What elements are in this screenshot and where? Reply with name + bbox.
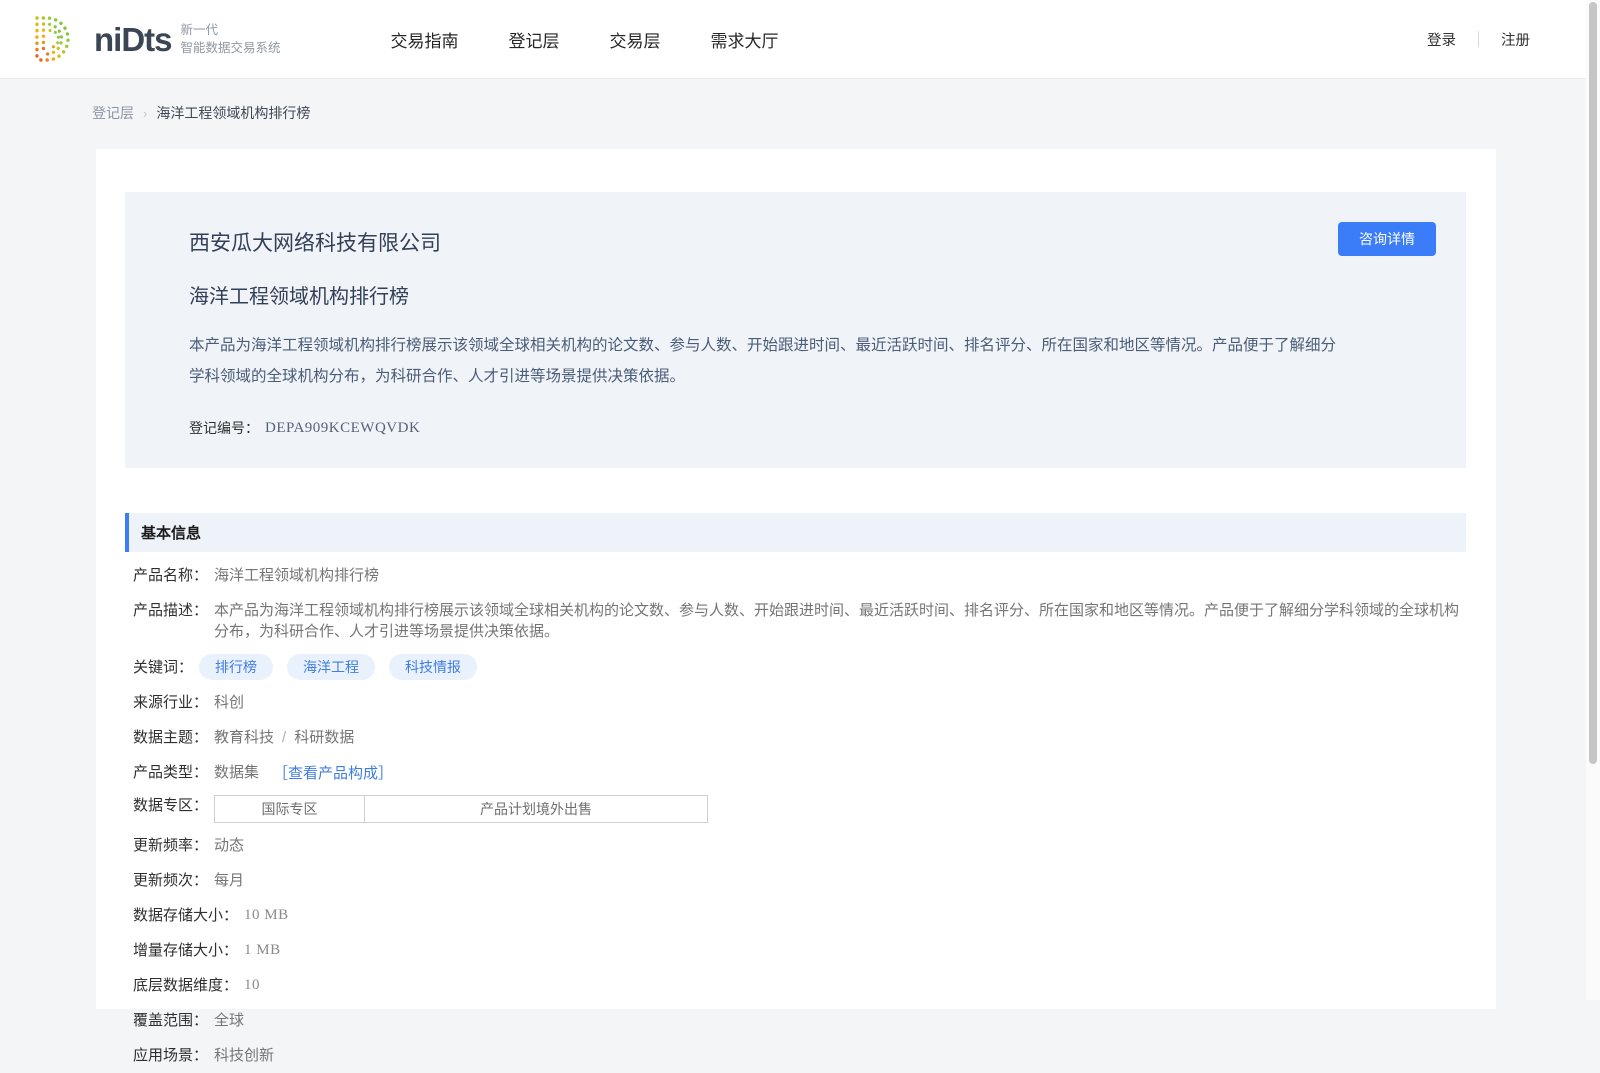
keyword-tag[interactable]: 海洋工程: [287, 654, 376, 680]
register-link[interactable]: 注册: [1501, 29, 1530, 50]
keyword-tag[interactable]: 排行榜: [199, 654, 274, 680]
section-title: 基本信息: [141, 525, 202, 542]
product-detail-card: 西安瓜大网络科技有限公司 海洋工程领域机构排行榜 本产品为海洋工程领域机构排行榜…: [96, 149, 1496, 1064]
breadcrumb: 登记层 › 海洋工程领域机构排行榜: [92, 103, 1600, 123]
field-label: 产品类型：: [133, 764, 209, 781]
field-update-rate: 更新频率： 动态: [133, 828, 1466, 863]
registration-row: 登记编号： DEPA909KCEWQVDK: [189, 418, 1346, 438]
dotted-d-logo-icon: [35, 16, 70, 62]
topic-value-2: 科研数据: [294, 729, 355, 746]
breadcrumb-parent[interactable]: 登记层: [92, 103, 134, 123]
data-zone-table: 国际专区 产品计划境外出售: [214, 795, 709, 823]
nav-item-registry-layer[interactable]: 登记层: [509, 27, 560, 52]
login-link[interactable]: 登录: [1427, 29, 1456, 50]
view-product-composition-link[interactable]: ［查看产品构成］: [273, 762, 393, 783]
field-label: 关键词：: [133, 658, 194, 676]
top-bar: niDts 新一代 智能数据交易系统 交易指南 登记层 交易层 需求大厅 登录 …: [0, 0, 1600, 79]
basic-info-fields: 产品名称： 海洋工程领域机构排行榜 产品描述： 本产品为海洋工程领域机构排行榜展…: [125, 552, 1466, 1073]
registration-label: 登记编号：: [189, 420, 259, 436]
field-coverage: 覆盖范围： 全球: [133, 1003, 1466, 1038]
brand-logo[interactable]: niDts 新一代 智能数据交易系统: [30, 13, 281, 65]
breadcrumb-current: 海洋工程领域机构排行榜: [156, 105, 311, 121]
company-name: 西安瓜大网络科技有限公司: [189, 231, 441, 255]
field-label: 更新频次：: [133, 872, 209, 889]
topic-value-1: 教育科技: [214, 729, 275, 746]
field-value: 动态: [214, 837, 245, 854]
field-data-topic: 数据主题： 教育科技 / 科研数据: [133, 720, 1466, 755]
field-label: 应用场景：: [133, 1047, 209, 1064]
zone-cell-overseas-sale: 产品计划境外出售: [480, 801, 593, 817]
nav-item-demand-hall[interactable]: 需求大厅: [711, 27, 779, 52]
field-label: 更新频率：: [133, 837, 209, 854]
field-value: 科技创新: [214, 1047, 275, 1064]
zone-cell-international: 国际专区: [215, 796, 366, 822]
tagline-line1: 新一代: [180, 22, 219, 37]
field-value: 海洋工程领域机构排行榜: [214, 567, 380, 584]
brand-tagline: 新一代 智能数据交易系统: [181, 21, 281, 57]
field-value: 10: [244, 977, 261, 993]
scrollbar-thumb[interactable]: [1589, 2, 1597, 764]
nav-item-trade-guide[interactable]: 交易指南: [391, 27, 459, 52]
field-value: 全球: [214, 1012, 245, 1029]
field-data-dimensions: 底层数据维度： 10: [133, 968, 1466, 1003]
field-value: 数据集: [214, 764, 260, 781]
topic-separator: /: [282, 729, 287, 746]
nav-item-trade-layer[interactable]: 交易层: [610, 27, 661, 52]
brand-wordmark: niDts: [94, 20, 172, 58]
field-label: 来源行业：: [133, 694, 209, 711]
field-label: 底层数据维度：: [133, 977, 239, 994]
product-description: 本产品为海洋工程领域机构排行榜展示该领域全球相关机构的论文数、参与人数、开始跟进…: [189, 337, 1337, 385]
keyword-tags: 排行榜 海洋工程 科技情报: [199, 654, 478, 680]
main-nav: 交易指南 登记层 交易层 需求大厅: [391, 27, 779, 52]
field-keywords: 关键词： 排行榜 海洋工程 科技情报: [133, 649, 1466, 685]
field-data-zone: 数据专区： 国际专区 产品计划境外出售: [133, 790, 1466, 828]
chevron-right-icon: ›: [143, 105, 148, 121]
field-label: 覆盖范围：: [133, 1012, 209, 1029]
registration-number: DEPA909KCEWQVDK: [265, 419, 421, 436]
field-label: 数据主题：: [133, 729, 209, 746]
auth-divider: [1478, 31, 1479, 47]
field-storage-size: 数据存储大小： 10 MB: [133, 898, 1466, 933]
field-label: 产品名称：: [133, 567, 209, 584]
field-value: 1 MB: [244, 942, 281, 958]
field-source-industry: 来源行业： 科创: [133, 685, 1466, 720]
product-hero: 西安瓜大网络科技有限公司 海洋工程领域机构排行榜 本产品为海洋工程领域机构排行榜…: [125, 192, 1466, 468]
field-scenario: 应用场景： 科技创新: [133, 1038, 1466, 1073]
field-update-times: 更新频次： 每月: [133, 863, 1466, 898]
tagline-line2: 智能数据交易系统: [180, 41, 281, 55]
consult-details-button[interactable]: 咨询详情: [1338, 222, 1436, 256]
scrollbar-track: [1586, 0, 1600, 1000]
field-label: 产品描述：: [133, 602, 209, 619]
field-value: 每月: [214, 872, 245, 889]
field-label: 数据专区：: [133, 797, 209, 814]
auth-links: 登录 注册: [1427, 29, 1530, 50]
keyword-tag[interactable]: 科技情报: [389, 654, 478, 680]
product-title: 海洋工程领域机构排行榜: [189, 286, 409, 308]
field-product-name: 产品名称： 海洋工程领域机构排行榜: [133, 558, 1466, 593]
field-label: 数据存储大小：: [133, 907, 239, 924]
field-label: 增量存储大小：: [133, 942, 239, 959]
field-value: 本产品为海洋工程领域机构排行榜展示该领域全球相关机构的论文数、参与人数、开始跟进…: [214, 602, 1460, 640]
field-incremental-size: 增量存储大小： 1 MB: [133, 933, 1466, 968]
field-product-desc: 产品描述： 本产品为海洋工程领域机构排行榜展示该领域全球相关机构的论文数、参与人…: [133, 593, 1466, 649]
field-value: 10 MB: [244, 907, 289, 923]
basic-info-section-header: 基本信息: [125, 513, 1466, 552]
field-product-type: 产品类型： 数据集 ［查看产品构成］: [133, 755, 1466, 790]
field-value: 科创: [214, 694, 245, 711]
